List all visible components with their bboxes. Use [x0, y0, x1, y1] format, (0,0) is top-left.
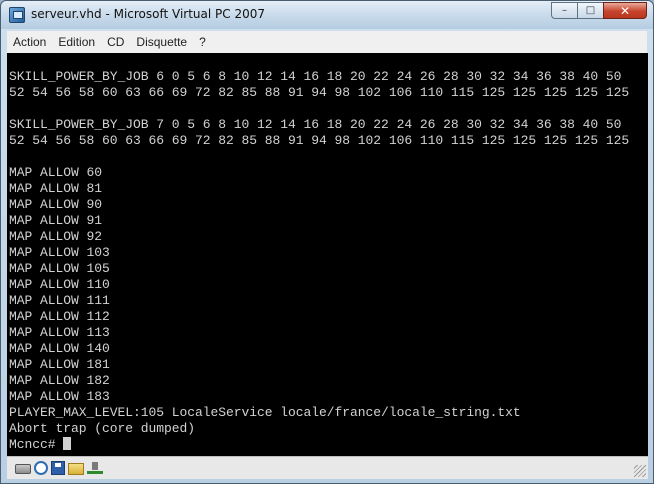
status-bar	[7, 456, 648, 479]
console-line: MAP ALLOW 140	[9, 341, 110, 356]
console-line: MAP ALLOW 103	[9, 245, 110, 260]
console-line: MAP ALLOW 113	[9, 325, 110, 340]
status-icons	[15, 460, 103, 475]
console-line: MAP ALLOW 92	[9, 229, 103, 244]
console-output: SKILL_POWER_BY_JOB 6 0 5 6 8 10 12 14 16…	[9, 69, 629, 453]
clock-icon[interactable]	[34, 461, 48, 475]
console-line: SKILL_POWER_BY_JOB 6 0 5 6 8 10 12 14 16…	[9, 69, 622, 84]
menu-cd[interactable]: CD	[101, 32, 130, 52]
resize-grip[interactable]	[634, 465, 646, 477]
console-line: PLAYER_MAX_LEVEL:105 LocaleService local…	[9, 405, 521, 420]
vm-console-screen[interactable]: SKILL_POWER_BY_JOB 6 0 5 6 8 10 12 14 16…	[7, 53, 648, 456]
close-button[interactable]: ✕	[603, 2, 647, 19]
console-line: SKILL_POWER_BY_JOB 7 0 5 6 8 10 12 14 16…	[9, 117, 622, 132]
menu-edition[interactable]: Edition	[52, 32, 101, 52]
virtual-pc-app-icon[interactable]	[9, 7, 25, 23]
hard-disk-icon[interactable]	[15, 464, 31, 474]
minimize-icon: –	[562, 5, 567, 16]
console-line: MAP ALLOW 182	[9, 373, 110, 388]
console-line: MAP ALLOW 105	[9, 261, 110, 276]
console-line: MAP ALLOW 110	[9, 277, 110, 292]
text-cursor	[63, 437, 72, 450]
close-icon: ✕	[619, 3, 631, 18]
console-line: MAP ALLOW 90	[9, 197, 103, 212]
minimize-button[interactable]: –	[551, 2, 577, 19]
caption-buttons: – □ ✕	[551, 2, 647, 21]
menu-bar: Action Edition CD Disquette ?	[7, 31, 647, 54]
console-line: MAP ALLOW 60	[9, 165, 103, 180]
menu-action[interactable]: Action	[7, 32, 52, 52]
console-line: MAP ALLOW 181	[9, 357, 110, 372]
maximize-icon: □	[585, 5, 596, 16]
console-line: MAP ALLOW 81	[9, 181, 103, 196]
menu-disquette[interactable]: Disquette	[130, 32, 193, 52]
shared-folder-icon[interactable]	[68, 463, 84, 475]
title-bar[interactable]: serveur.vhd - Microsoft Virtual PC 2007 …	[1, 1, 653, 29]
console-line: MAP ALLOW 183	[9, 389, 110, 404]
floppy-icon[interactable]	[51, 461, 65, 475]
console-line: MAP ALLOW 91	[9, 213, 103, 228]
maximize-button[interactable]: □	[577, 2, 603, 19]
console-line: Abort trap (core dumped)	[9, 421, 196, 436]
menu-help[interactable]: ?	[193, 32, 212, 52]
shell-prompt: Mcncc#	[9, 437, 64, 452]
console-line: 52 54 56 58 60 63 66 69 72 82 85 88 91 9…	[9, 133, 630, 148]
window-title: serveur.vhd - Microsoft Virtual PC 2007	[31, 7, 266, 21]
console-line: MAP ALLOW 112	[9, 309, 110, 324]
vpc-window: serveur.vhd - Microsoft Virtual PC 2007 …	[0, 0, 654, 484]
network-icon[interactable]	[87, 460, 103, 474]
console-line: MAP ALLOW 111	[9, 293, 110, 308]
console-line: 52 54 56 58 60 63 66 69 72 82 85 88 91 9…	[9, 85, 630, 100]
